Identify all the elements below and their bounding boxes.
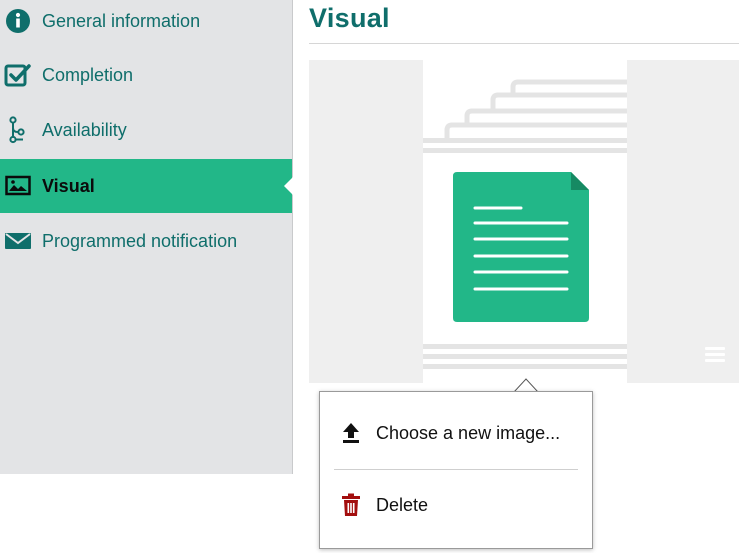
sidebar-item-completion[interactable]: Completion <box>0 48 292 102</box>
hamburger-icon[interactable] <box>705 347 725 363</box>
sidebar-item-general-information[interactable]: General information <box>0 0 292 48</box>
sidebar: General information Completion Availabil… <box>0 0 293 474</box>
popup-arrow <box>514 378 538 392</box>
checkbox-icon <box>4 61 32 89</box>
sidebar-item-visual[interactable]: Visual <box>0 159 293 213</box>
sidebar-item-label: Programmed notification <box>42 230 238 251</box>
active-indicator <box>284 177 293 195</box>
page-title: Visual <box>309 3 390 33</box>
sidebar-item-label: Availability <box>42 119 127 140</box>
document-thumbnail <box>423 60 627 383</box>
delete-button[interactable]: Delete <box>320 480 592 530</box>
delete-label: Delete <box>376 494 429 515</box>
branch-icon <box>4 116 32 144</box>
document-icon <box>423 79 627 369</box>
sidebar-item-label: General information <box>42 10 201 31</box>
choose-new-image-label: Choose a new image... <box>376 422 561 443</box>
sidebar-item-label: Completion <box>42 64 134 85</box>
sidebar-item-availability[interactable]: Availability <box>0 103 292 157</box>
image-icon <box>4 172 32 200</box>
title-divider <box>309 43 739 44</box>
envelope-icon <box>4 227 32 255</box>
trash-icon <box>340 493 362 517</box>
sidebar-item-label: Visual <box>42 175 95 196</box>
choose-new-image-button[interactable]: Choose a new image... <box>320 408 592 458</box>
popup-divider <box>334 469 578 470</box>
info-circle-icon <box>4 7 32 35</box>
sidebar-item-programmed-notification[interactable]: Programmed notification <box>0 214 292 268</box>
image-options-popup: Choose a new image... Delete <box>319 391 593 549</box>
visual-preview-panel[interactable] <box>309 60 739 383</box>
upload-icon <box>340 421 362 445</box>
